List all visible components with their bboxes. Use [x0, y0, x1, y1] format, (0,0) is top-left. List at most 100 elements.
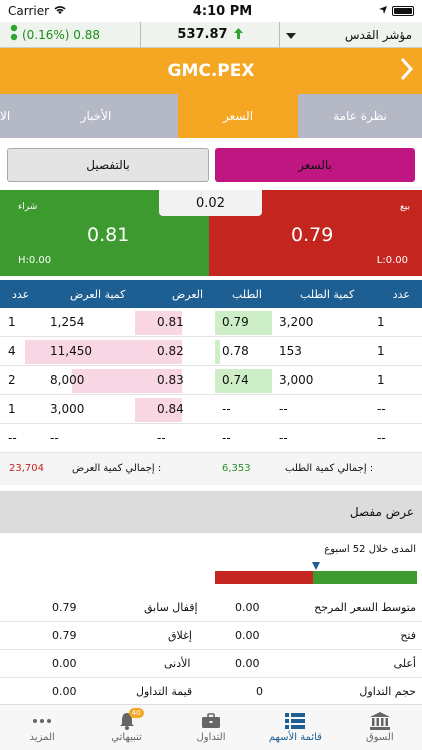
buy-price: 0.81 — [87, 224, 130, 246]
table-row[interactable]: 2 8,000 0.83 0.74 3,000 1 — [0, 366, 422, 395]
tab-label: الا — [0, 109, 11, 123]
table-row[interactable]: 4 11,450 0.82 0.78 153 1 — [0, 337, 422, 366]
nav-alerts[interactable]: 40 تنبيهاتي — [84, 705, 168, 750]
index-name: مؤشر القدس — [344, 27, 412, 42]
ask-count: 2 — [8, 373, 16, 387]
nav-label: المزيد — [29, 732, 55, 743]
bid-qty: 3,200 — [279, 315, 314, 329]
range-low-segment — [215, 571, 313, 584]
ask-qty: 1,254 — [50, 315, 85, 329]
market-status-icon — [10, 24, 18, 45]
spread-value: 0.02 — [159, 190, 262, 216]
nav-market[interactable]: السوق — [338, 705, 422, 750]
col-bid-count: عدد — [392, 287, 410, 301]
stats-row: 0.79 إغلاق 0.00 فتح — [0, 622, 422, 650]
ask-count: 1 — [8, 315, 16, 329]
total-ask-label: إجمالي كمية العرض : — [72, 463, 162, 474]
location-icon — [378, 4, 388, 18]
bid-price: -- — [222, 402, 231, 416]
order-totals: 23,704 إجمالي كمية العرض : 6,353 إجمالي … — [0, 453, 422, 485]
stat-label: قيمة التداول — [136, 685, 193, 698]
stats-row: 0.79 إقفال سابق 0.00 متوسط السعر المرجح — [0, 594, 422, 622]
stats-table: 0.79 إقفال سابق 0.00 متوسط السعر المرجح … — [0, 594, 422, 706]
stat-label: إقفال سابق — [144, 601, 198, 614]
table-row[interactable]: 1 1,254 0.81 0.79 3,200 1 — [0, 308, 422, 337]
stat-value: 0.79 — [52, 601, 77, 614]
col-ask-count: عدد — [12, 287, 30, 301]
arrow-up-icon — [233, 27, 243, 42]
stat-label: متوسط السعر المرجح — [314, 601, 416, 614]
nav-stock-list[interactable]: قائمة الأسهم — [253, 705, 337, 750]
range-marker — [312, 562, 320, 570]
bid-count: 1 — [377, 315, 385, 329]
bid-count: -- — [377, 402, 386, 416]
ask-price: -- — [157, 431, 166, 445]
carrier-label: Carrier — [8, 4, 50, 18]
tab-bar: الا الأخبار السعر نظرة عامة — [0, 94, 422, 138]
tab-price[interactable]: السعر — [178, 94, 298, 138]
bid-price: 0.78 — [222, 344, 249, 358]
stats-row: 0.00 الأدنى 0.00 أعلى — [0, 650, 422, 678]
col-bid-qty: كمية الطلب — [300, 287, 355, 301]
index-ticker[interactable]: (0.16%) 0.88 537.87 مؤشر القدس — [0, 22, 422, 48]
sell-price: 0.79 — [291, 224, 334, 246]
tab-label: السعر — [222, 109, 254, 123]
detail-toggle-button[interactable]: بالتفصيل — [7, 148, 209, 182]
bid-qty: 3,000 — [279, 373, 314, 387]
nav-label: التداول — [196, 732, 226, 743]
bid-count: -- — [377, 431, 386, 445]
clock: 4:10 PM — [192, 3, 253, 19]
range-high-segment — [313, 571, 417, 584]
price-toggle-button[interactable]: بالسعر — [215, 148, 415, 182]
order-book-rows: 1 1,254 0.81 0.79 3,200 1 4 11,450 0.82 … — [0, 308, 422, 453]
bid-price: 0.74 — [222, 373, 249, 387]
tab-label: الأخبار — [80, 109, 112, 123]
total-bid-value: 6,353 — [222, 463, 251, 474]
table-row[interactable]: -- -- -- -- -- -- — [0, 424, 422, 453]
ask-qty: 8,000 — [50, 373, 85, 387]
tab-more[interactable]: الا — [0, 94, 14, 138]
stat-value: 0.00 — [52, 685, 77, 698]
stats-row: 0.00 قيمة التداول 0 حجم التداول — [0, 678, 422, 706]
low-value: L:0.00 — [376, 255, 408, 266]
ask-qty: -- — [50, 431, 59, 445]
stat-value: 0.00 — [235, 657, 260, 670]
range-bar — [215, 571, 417, 584]
bottom-nav: المزيد 40 تنبيهاتي التداول قائمة الأسهم … — [0, 704, 422, 750]
stat-value: 0.79 — [52, 629, 77, 642]
detail-section-header: عرض مفصل — [0, 491, 422, 533]
view-toggle: بالتفصيل بالسعر — [0, 138, 422, 190]
stat-value: 0.00 — [235, 601, 260, 614]
tab-news[interactable]: الأخبار — [14, 94, 178, 138]
nav-trading[interactable]: التداول — [169, 705, 253, 750]
nav-more[interactable]: المزيد — [0, 705, 84, 750]
chevron-right-icon[interactable] — [400, 56, 414, 88]
index-change: (0.16%) 0.88 — [22, 27, 101, 42]
stat-label: أعلى — [393, 657, 416, 670]
bid-qty: -- — [279, 402, 288, 416]
high-value: H:0.00 — [18, 255, 52, 266]
wifi-icon — [53, 4, 67, 18]
bid-qty: 153 — [279, 344, 302, 358]
ask-count: -- — [8, 431, 17, 445]
stat-value: 0.00 — [235, 629, 260, 642]
status-bar: Carrier 4:10 PM — [0, 0, 422, 22]
bid-depth-bar — [215, 340, 220, 364]
chevron-down-icon[interactable] — [286, 28, 296, 42]
ask-price: 0.81 — [157, 315, 184, 329]
col-bid: الطلب — [232, 287, 262, 301]
bid-price: 0.79 — [222, 315, 249, 329]
col-ask-qty: كمية العرض — [70, 287, 126, 301]
bid-price: -- — [222, 431, 231, 445]
total-ask-value: 23,704 — [9, 463, 44, 474]
table-row[interactable]: 1 3,000 0.84 -- -- -- — [0, 395, 422, 424]
briefcase-icon — [201, 712, 221, 730]
battery-icon — [392, 6, 414, 16]
sell-label: بيع — [399, 202, 410, 212]
stock-header: GMC.PEX — [0, 48, 422, 94]
stat-label: فتح — [400, 629, 416, 642]
alerts-badge: 40 — [128, 708, 144, 718]
nav-label: تنبيهاتي — [111, 732, 142, 743]
bank-icon — [369, 712, 390, 730]
tab-overview[interactable]: نظرة عامة — [298, 94, 422, 138]
